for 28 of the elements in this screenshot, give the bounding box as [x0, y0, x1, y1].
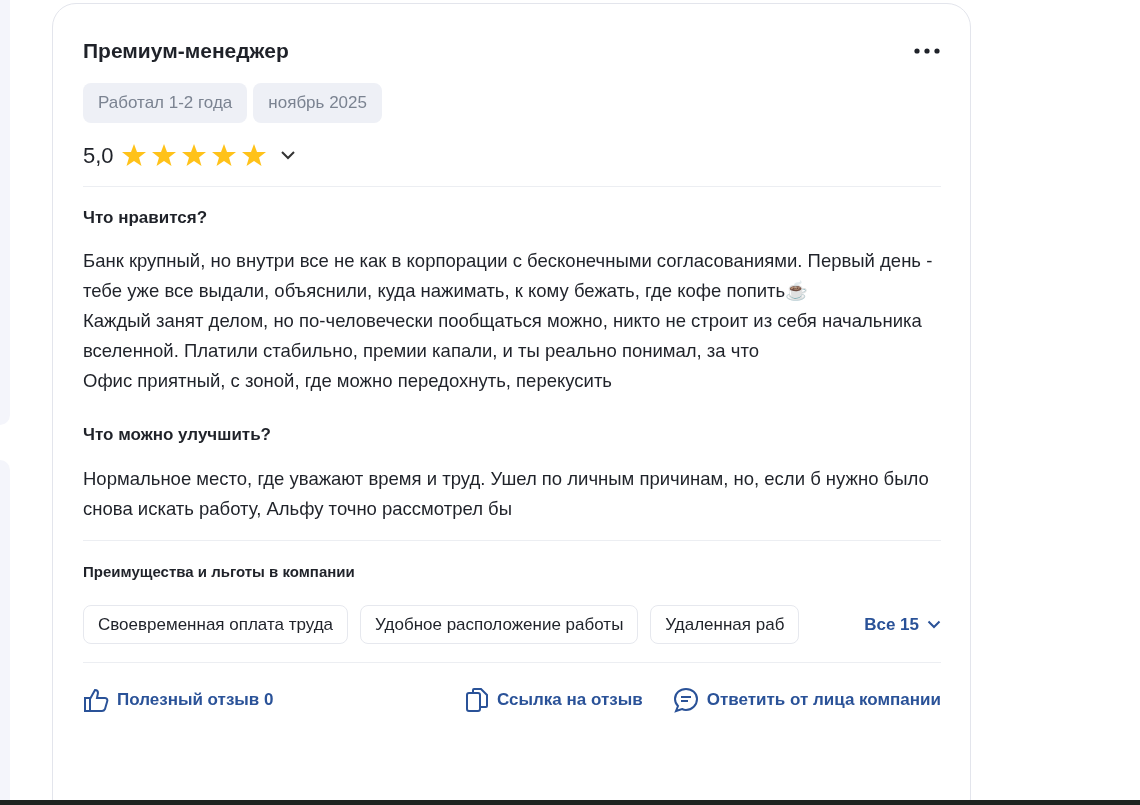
star-icon — [211, 144, 236, 166]
review-paragraph: Банк крупный, но внутри все не как в корпорации с бесконечными согласованиями. Первый день - тебе уже все выдали, объяснили, куда нажимать, к кому бежать, где кофе попить☕ — [83, 249, 934, 303]
benefits-heading: Преимущества и льготы в компании — [83, 561, 356, 582]
rating-value: 5,0 — [83, 141, 114, 170]
review-title: Премиум-менеджер — [83, 38, 289, 64]
show-all-link[interactable]: Все 15 — [864, 611, 941, 638]
review-paragraph: Офис приятный, с зоной, где можно передохнуть, перекусить — [83, 369, 613, 393]
thumbs-up-icon — [83, 687, 109, 713]
chevron-down-icon[interactable] — [279, 150, 296, 160]
star-icon — [241, 144, 266, 166]
star-icon — [181, 144, 206, 166]
benefit-chip: Удобное расположение работы — [360, 605, 639, 644]
reply-button[interactable]: Ответить от лица компании — [672, 687, 941, 713]
helpful-button[interactable]: Полезный отзыв 0 — [83, 687, 274, 713]
copy-icon — [465, 687, 490, 713]
review-paragraph: Каждый занят делом, но по-человечески пообщаться можно, никто не строит из себя начальника вселенной. Платили стабильно, премии капали, и ты реально понимал, за что — [83, 309, 923, 363]
benefit-chip: Своевременная оплата труда — [83, 605, 349, 644]
chevron-down-icon — [927, 620, 941, 629]
chat-bubble-icon — [672, 687, 699, 713]
section-heading: Что нравится? — [83, 206, 209, 229]
section-heading: Что можно улучшить? — [83, 424, 272, 446]
star-icon — [121, 144, 146, 166]
star-icon — [151, 144, 176, 166]
review-paragraph: Нормальное место, где уважают время и труд. Ушел по личным причинам, но, если б нужно было снова искать работу, Альфу точно рассмотрел бы — [83, 466, 930, 521]
tag: ноябрь 2025 — [253, 82, 382, 123]
tag: Работал 1-2 года — [83, 82, 248, 123]
copy-link-button[interactable]: Ссылка на отзыв — [465, 687, 643, 713]
benefit-chip: Удаленная раб — [650, 605, 800, 644]
